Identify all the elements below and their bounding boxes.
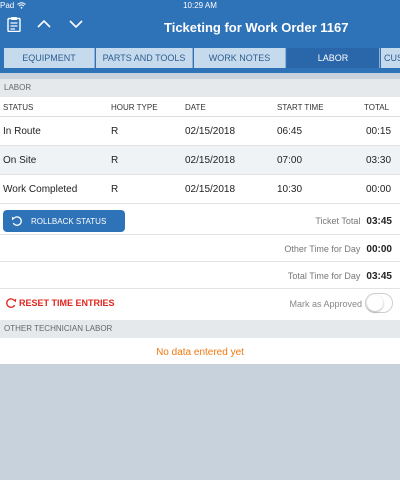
cell-date: 02/15/2018 xyxy=(185,155,236,166)
status-bar: Pad 10:29 AM xyxy=(0,0,400,12)
nav-bar: Ticketing for Work Order 1167 xyxy=(0,12,400,44)
cell-hour-type: R xyxy=(111,126,119,137)
cell-start-time: 10:30 xyxy=(277,184,303,195)
tab-labor[interactable]: LABOR xyxy=(287,48,380,68)
mark-as-approved-label: Mark as Approved xyxy=(289,299,362,309)
column-header-date[interactable]: DATE xyxy=(185,103,206,112)
total-time-label: Total Time for Day xyxy=(287,271,361,281)
cell-total: 00:00 xyxy=(366,184,392,195)
chevron-up-icon[interactable] xyxy=(37,19,51,29)
tab-work-notes[interactable]: WORK NOTES xyxy=(194,48,286,68)
tab-equipment[interactable]: EQUIPMENT xyxy=(4,48,95,68)
cell-date: 02/15/2018 xyxy=(185,184,236,195)
cell-status: On Site xyxy=(3,155,37,166)
reset-time-entries-label: RESET TIME ENTRIES xyxy=(19,298,115,308)
mark-as-approved-toggle[interactable] xyxy=(365,293,393,313)
cell-total: 00:15 xyxy=(366,126,392,137)
divider xyxy=(0,234,400,235)
total-time-for-day: Total Time for Day 03:45 xyxy=(288,271,392,282)
reset-time-entries-button[interactable]: RESET TIME ENTRIES xyxy=(5,297,115,309)
table-row[interactable]: Work Completed R 02/15/2018 10:30 00:00 xyxy=(0,175,400,204)
tab-customer[interactable]: CUS xyxy=(381,48,400,68)
other-technician-labor-panel: No data entered yet xyxy=(0,338,400,364)
undo-icon xyxy=(11,216,22,226)
other-technician-labor-header: OTHER TECHNICIAN LABOR xyxy=(0,320,400,338)
ticket-total-value: 03:45 xyxy=(366,216,392,227)
page-title: Ticketing for Work Order 1167 xyxy=(164,20,349,35)
cell-hour-type: R xyxy=(111,184,119,195)
column-header-status[interactable]: STATUS xyxy=(3,103,33,112)
table-row[interactable]: On Site R 02/15/2018 07:00 03:30 xyxy=(0,146,400,175)
toggle-knob xyxy=(367,295,383,311)
labor-section-header: LABOR xyxy=(0,79,400,97)
clock: 10:29 AM xyxy=(183,1,217,10)
cell-status: In Route xyxy=(3,126,41,137)
clipboard-icon[interactable] xyxy=(7,16,21,32)
table-row[interactable]: In Route R 02/15/2018 06:45 00:15 xyxy=(0,117,400,146)
tab-parts-and-tools[interactable]: PARTS AND TOOLS xyxy=(96,48,193,68)
column-header-start-time[interactable]: START TIME xyxy=(277,103,324,112)
other-time-value: 00:00 xyxy=(366,244,392,255)
other-time-label: Other Time for Day xyxy=(284,244,361,254)
tab-strip: EQUIPMENT PARTS AND TOOLS WORK NOTES LAB… xyxy=(0,44,400,73)
total-time-value: 03:45 xyxy=(366,271,392,282)
cell-status: Work Completed xyxy=(3,184,78,195)
labor-table-header: STATUS HOUR TYPE DATE START TIME TOTAL xyxy=(0,97,400,117)
ticket-total-label: Ticket Total xyxy=(315,216,361,226)
column-header-hour-type[interactable]: HOUR TYPE xyxy=(111,103,158,112)
cell-total: 03:30 xyxy=(366,155,392,166)
ticket-total: Ticket Total 03:45 xyxy=(315,216,392,227)
reset-icon xyxy=(6,298,17,308)
cell-start-time: 07:00 xyxy=(277,155,303,166)
empty-message: No data entered yet xyxy=(156,347,244,358)
cell-start-time: 06:45 xyxy=(277,126,303,137)
other-time-for-day: Other Time for Day 00:00 xyxy=(284,244,392,255)
rollback-status-button[interactable]: ROLLBACK STATUS xyxy=(3,210,125,232)
cell-hour-type: R xyxy=(111,155,119,166)
divider xyxy=(0,261,400,262)
divider xyxy=(0,288,400,289)
cell-date: 02/15/2018 xyxy=(185,126,236,137)
rollback-status-label: ROLLBACK STATUS xyxy=(31,216,107,226)
column-header-total[interactable]: TOTAL xyxy=(364,103,389,112)
chevron-down-icon[interactable] xyxy=(69,19,83,29)
